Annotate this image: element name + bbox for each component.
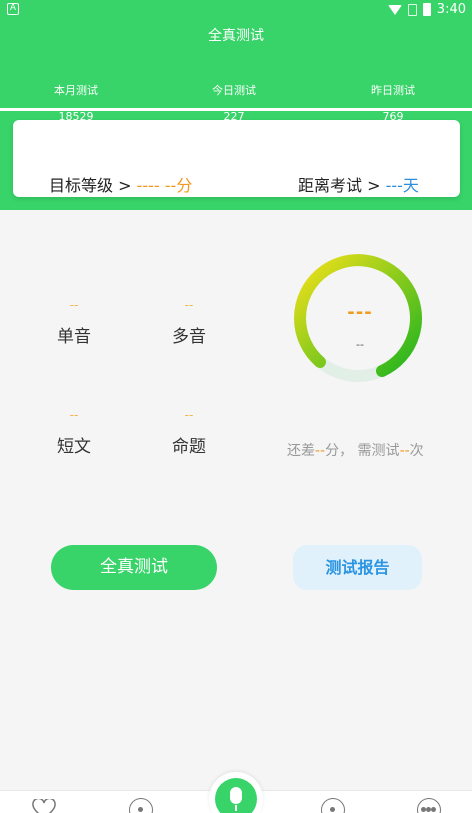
compass-dot [138,807,143,812]
wifi-icon [387,4,402,15]
exam-countdown-label: 距离考试 > [298,176,381,195]
category-score: -- [69,298,79,312]
mic-button-wrap [209,772,263,813]
category-score: -- [69,408,79,422]
exam-countdown[interactable]: 距离考试 > ---天 [298,172,419,196]
status-bar: A 3:40 [0,0,472,20]
sim-icon [407,3,417,16]
goal-card: 目标等级 > ---- --分 距离考试 > ---天 [13,120,460,197]
category-name: 短文 [57,437,91,457]
test-report-button[interactable]: 测试报告 [293,545,422,590]
page-title: 全真测试 [208,28,264,44]
mic-stand [235,805,237,811]
remaining-summary: 还差--分， 需测试--次 [287,440,424,460]
category-single[interactable]: -- 单音 [34,298,114,347]
remain-points: -- [315,443,326,459]
score-gauge: --- -- [290,250,430,390]
target-level[interactable]: 目标等级 > ---- --分 [49,172,192,196]
category-score: -- [184,298,194,312]
category-score: -- [184,408,194,422]
remain-times: -- [399,443,410,459]
clock: 3:40 [436,2,466,17]
record-icon[interactable] [321,798,345,813]
mic-button[interactable] [215,778,257,813]
category-multi[interactable]: -- 多音 [149,298,229,347]
record-dot [330,807,335,812]
heart-icon[interactable] [32,799,56,813]
notification-a-icon: A [7,3,19,15]
stat-yesterday-label: 昨日测试 [371,84,415,97]
target-level-label: 目标等级 > [49,176,132,195]
remain-mid: 分， 需测试 [325,443,400,459]
compass-icon[interactable] [129,798,153,813]
category-name: 多音 [172,327,206,347]
more-dot [431,807,436,812]
category-name: 命题 [172,437,206,457]
battery-icon [422,3,431,16]
target-level-value: ---- --分 [136,176,193,195]
stat-today-label: 今日测试 [212,84,256,97]
category-name: 单音 [57,327,91,347]
remain-suffix: 次 [409,443,424,459]
gauge-sub: -- [356,338,364,351]
full-test-button[interactable]: 全真测试 [51,545,217,590]
category-topic[interactable]: -- 命题 [149,408,229,457]
stat-month-label: 本月测试 [54,84,98,97]
status-right: 3:40 [387,2,466,17]
gauge-score: --- [347,302,373,323]
category-passage[interactable]: -- 短文 [34,408,114,457]
more-icon[interactable] [417,798,441,813]
remain-prefix: 还差 [287,443,315,459]
mic-icon [230,787,242,804]
exam-countdown-value: ---天 [385,176,419,195]
